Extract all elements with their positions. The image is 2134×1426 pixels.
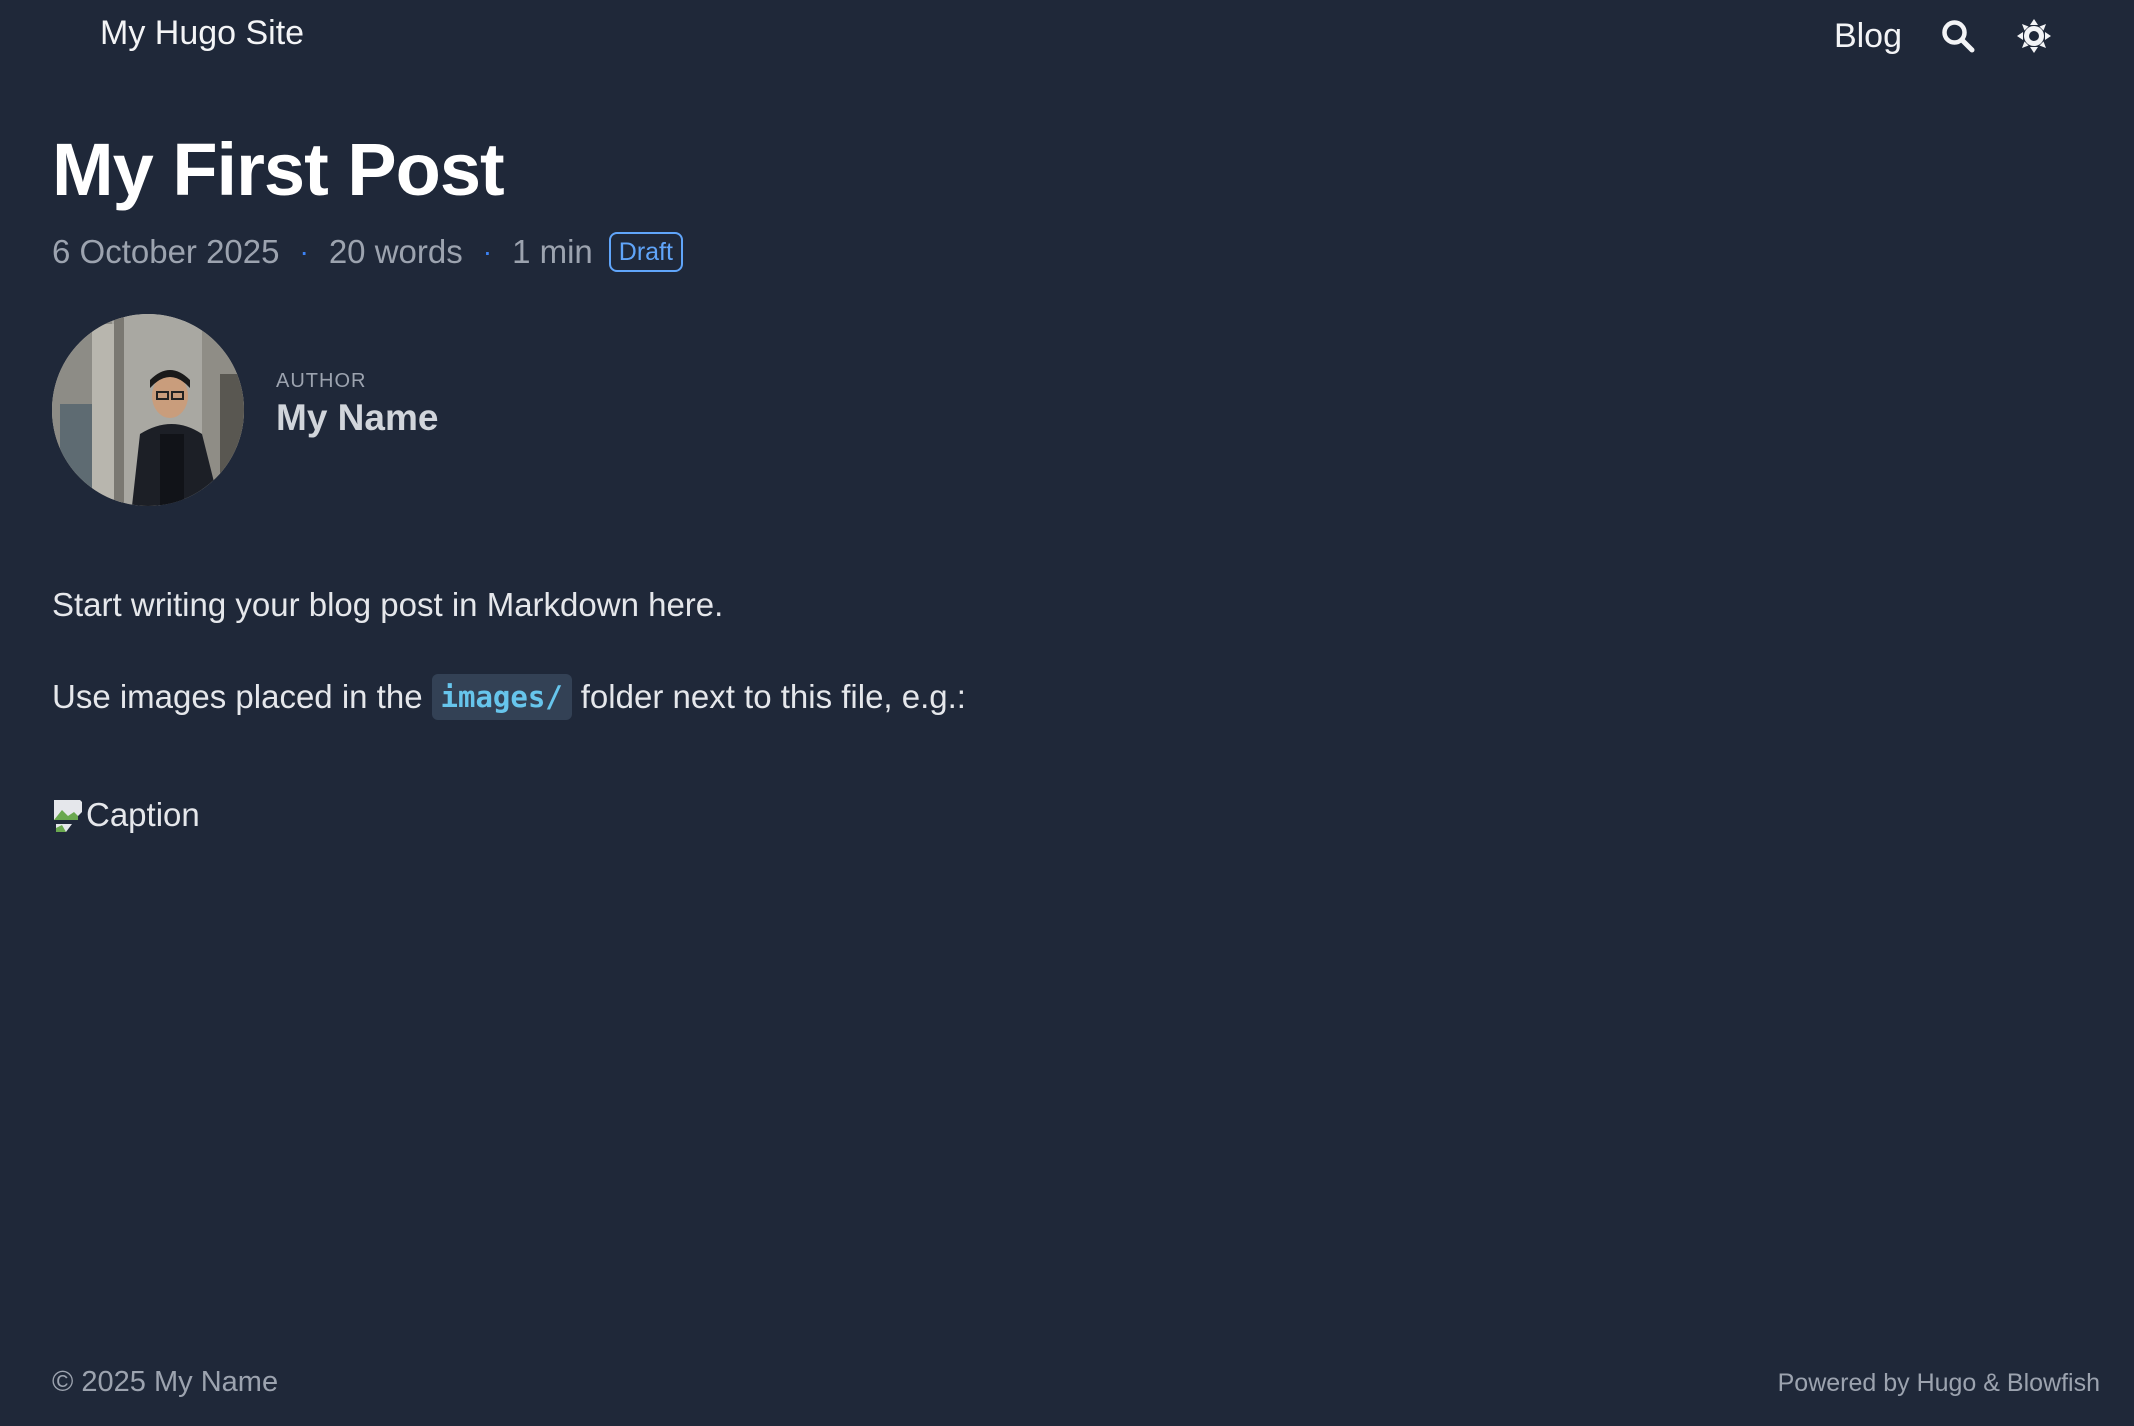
image-alt-text: Caption bbox=[86, 796, 200, 833]
avatar bbox=[52, 314, 244, 506]
meta-separator: · bbox=[482, 236, 493, 267]
author-info: AUTHOR My Name bbox=[276, 370, 438, 439]
sun-icon[interactable] bbox=[2014, 12, 2054, 60]
content-paragraph: Use images placed in the images/ folder … bbox=[52, 674, 966, 720]
nav-blog-link[interactable]: Blog bbox=[1834, 17, 1902, 56]
footer-copyright: © 2025 My Name bbox=[52, 1366, 279, 1398]
search-icon[interactable] bbox=[1938, 12, 1978, 60]
site-title-link[interactable]: My Hugo Site bbox=[100, 14, 304, 53]
inline-code: images/ bbox=[431, 674, 572, 720]
content-paragraph: Start writing your blog post in Markdown… bbox=[52, 586, 724, 623]
broken-image-icon bbox=[52, 798, 84, 834]
author-label: AUTHOR bbox=[276, 369, 367, 392]
footer-powered-by[interactable]: Powered by Hugo & Blowfish bbox=[1778, 1369, 2100, 1398]
draft-badge: Draft bbox=[608, 232, 683, 272]
post-meta: 6 October 2025 · 20 words · 1 min Draft bbox=[52, 230, 683, 274]
broken-image: Caption bbox=[52, 790, 966, 834]
post-title: My First Post bbox=[52, 128, 505, 211]
main-nav: Blog bbox=[1834, 12, 2054, 60]
post-article: My First Post 6 October 2025 · 20 words … bbox=[52, 122, 683, 274]
post-content: Start writing your blog post in Markdown… bbox=[52, 586, 966, 834]
site-header: My Hugo Site Blog bbox=[0, 0, 2134, 76]
post-date: 6 October 2025 bbox=[52, 233, 280, 270]
meta-separator: · bbox=[299, 236, 309, 267]
post-word-count: 20 words bbox=[328, 233, 463, 270]
author-block: AUTHOR My Name bbox=[52, 314, 438, 506]
paragraph-text: Use images placed in the bbox=[52, 678, 423, 715]
post-reading-time: 1 min bbox=[512, 233, 593, 270]
author-name: My Name bbox=[276, 396, 439, 438]
paragraph-text: folder next to this file, e.g.: bbox=[580, 678, 966, 715]
